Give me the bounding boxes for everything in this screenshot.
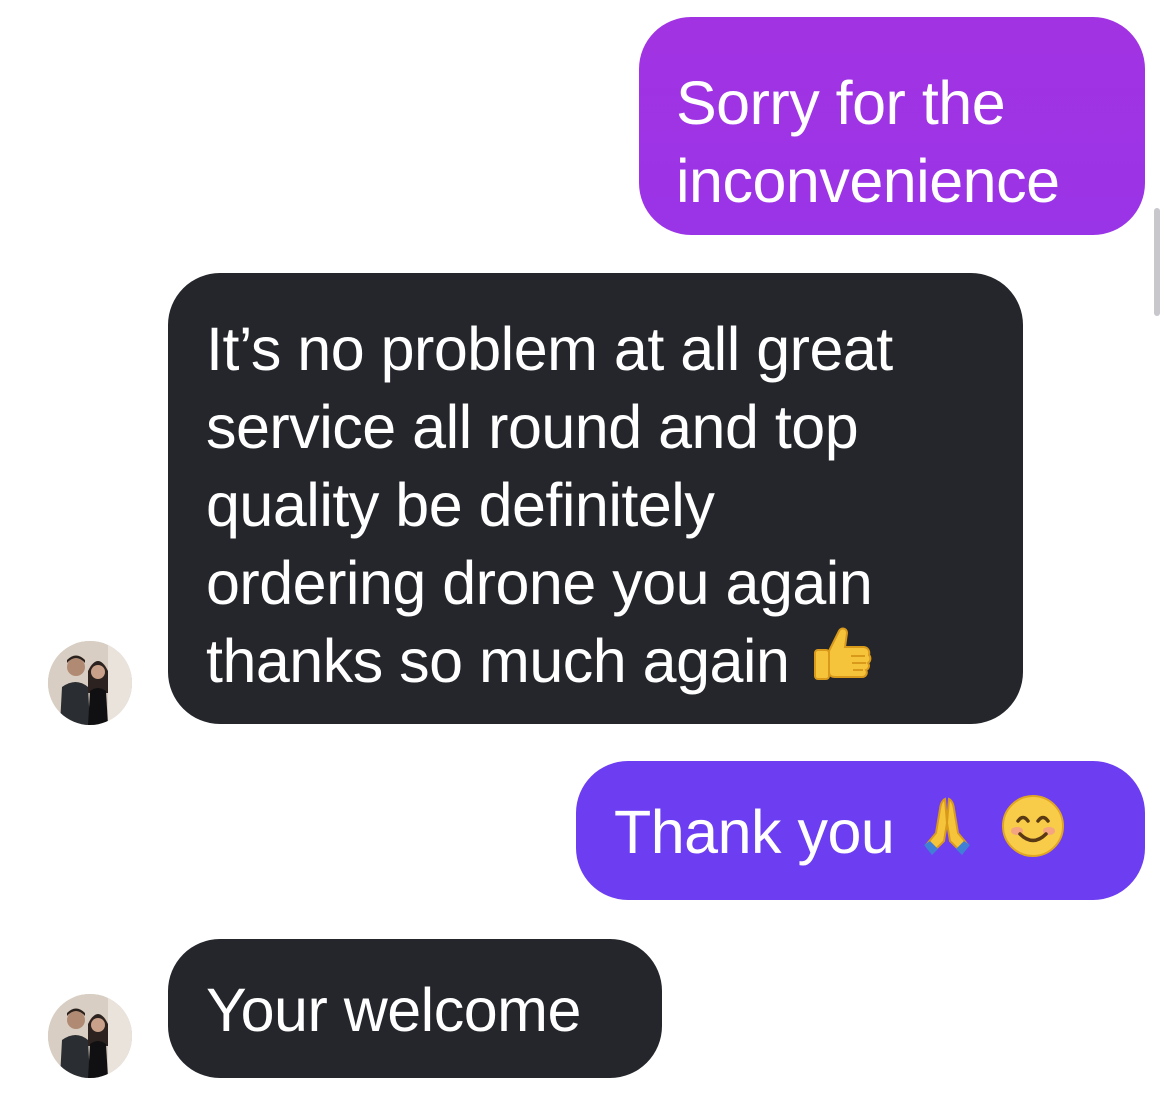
- message-line: inconvenience: [676, 147, 1060, 215]
- avatar[interactable]: [48, 994, 132, 1078]
- message-bubble-received[interactable]: It’s no problem at all great service all…: [168, 273, 1023, 724]
- message-bubble-sent[interactable]: Sorry for the inconvenience: [639, 17, 1145, 235]
- avatar[interactable]: [48, 641, 132, 725]
- message-line: ordering drone you again: [206, 549, 873, 617]
- message-line: service all round and top: [206, 393, 859, 461]
- message-text: Thank you: [614, 798, 895, 866]
- message-text: Your welcome: [206, 976, 581, 1044]
- message-line-last: thanks so much again: [206, 622, 1023, 706]
- smiling-face-icon: [1000, 793, 1066, 877]
- message-line: It’s no problem at all great: [206, 315, 893, 383]
- message-line: Sorry for the: [676, 69, 1006, 137]
- message-bubble-sent[interactable]: Thank you: [576, 761, 1145, 900]
- avatar-photo-icon: [48, 994, 132, 1078]
- scrollbar[interactable]: [1154, 208, 1160, 316]
- thumbs-up-icon: [807, 622, 873, 706]
- message-line: quality be definitely: [206, 471, 715, 539]
- message-line-text: thanks so much again: [206, 627, 790, 695]
- folded-hands-icon: [914, 793, 980, 877]
- message-bubble-received[interactable]: Your welcome: [168, 939, 662, 1078]
- avatar-photo-icon: [48, 641, 132, 725]
